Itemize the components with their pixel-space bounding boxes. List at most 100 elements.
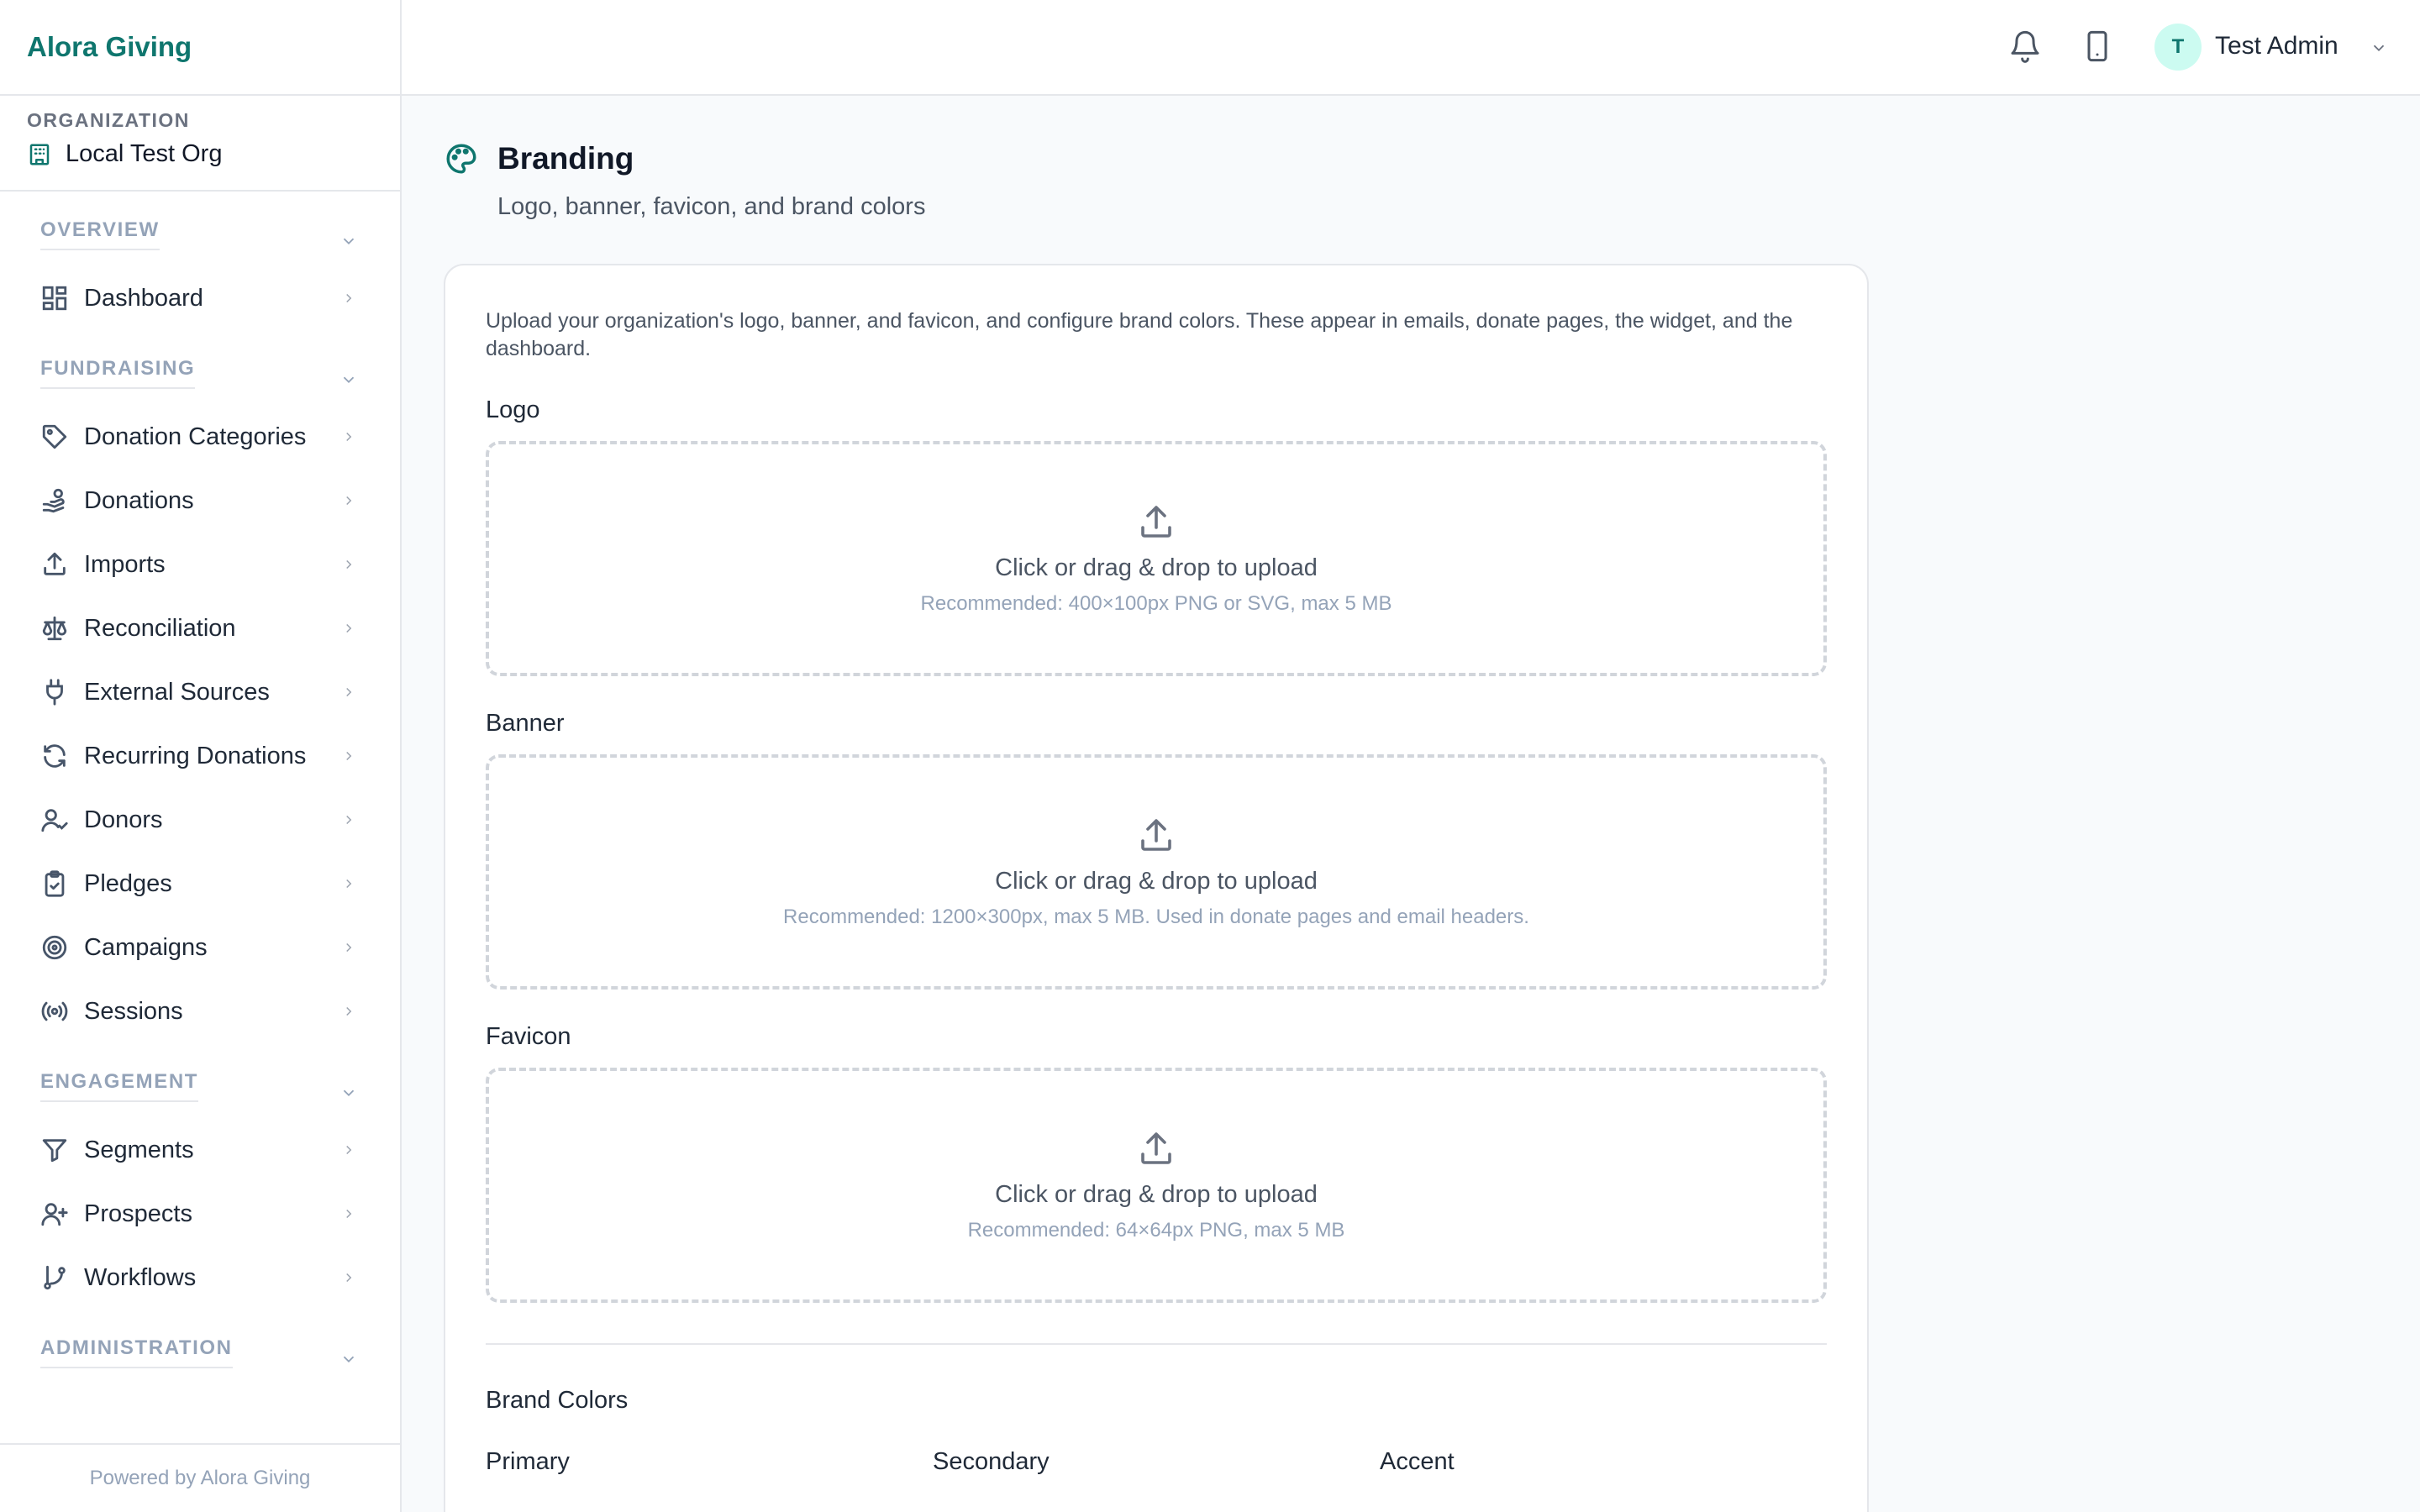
chevron-right-icon: [346, 687, 352, 697]
section-title: FUNDRAISING: [40, 357, 196, 389]
upload-icon: [1141, 505, 1171, 538]
section-overview[interactable]: OVERVIEW: [0, 192, 400, 266]
mobile-icon[interactable]: [2081, 29, 2114, 63]
chevron-down-icon: [343, 1089, 355, 1097]
sidebar-item-label: Donations: [84, 486, 194, 514]
sidebar-item-campaigns[interactable]: Campaigns: [0, 916, 400, 979]
sidebar-item-dashboard[interactable]: Dashboard: [0, 266, 400, 330]
sidebar-item-label: Donors: [84, 806, 163, 833]
organization-selector[interactable]: ORGANIZATION Local Test Org: [0, 96, 400, 192]
bell-icon[interactable]: [2008, 29, 2042, 63]
section-fundraising[interactable]: FUNDRAISING: [0, 330, 400, 405]
radio-icon: [41, 1001, 68, 1021]
favicon-dropzone[interactable]: Click or drag & drop to upload Recommend…: [486, 1068, 1827, 1303]
chevron-down-icon: [343, 376, 355, 384]
sidebar-item-reconciliation[interactable]: Reconciliation: [0, 596, 400, 660]
brand-colors-title: Brand Colors: [486, 1387, 629, 1414]
chevron-right-icon: [346, 293, 352, 303]
logo-label: Logo: [486, 396, 540, 423]
sidebar-nav: OVERVIEW Dashboard FUNDRAISING Donation …: [0, 192, 400, 1384]
sidebar-item-label: External Sources: [84, 678, 270, 706]
sidebar-item-external-sources[interactable]: External Sources: [0, 660, 400, 724]
user-plus-icon: [41, 1203, 68, 1226]
refresh-icon: [44, 744, 66, 768]
chevron-right-icon: [346, 879, 352, 889]
chevron-right-icon: [346, 432, 352, 442]
top-bar: T Test Admin: [402, 0, 2420, 96]
sidebar-footer: Powered by Alora Giving: [0, 1443, 400, 1512]
sidebar-item-sessions[interactable]: Sessions: [0, 979, 400, 1043]
sidebar-item-pledges[interactable]: Pledges: [0, 852, 400, 916]
sidebar-item-donations[interactable]: Donations: [0, 469, 400, 533]
sidebar-item-label: Donation Categories: [84, 423, 307, 450]
brand-colors-row: Primary Secondary Accent: [486, 1448, 1827, 1476]
dropzone-title: Click or drag & drop to upload: [995, 1180, 1318, 1208]
logo-dropzone[interactable]: Click or drag & drop to upload Recommend…: [486, 441, 1827, 676]
banner-dropzone[interactable]: Click or drag & drop to upload Recommend…: [486, 754, 1827, 990]
clipboard-check-icon: [45, 870, 65, 897]
sidebar-item-workflows[interactable]: Workflows: [0, 1246, 400, 1310]
user-name[interactable]: Test Admin: [2215, 32, 2338, 60]
chevron-down-icon: [343, 238, 355, 245]
sidebar-item-label: Sessions: [84, 997, 183, 1025]
chevron-right-icon: [346, 559, 352, 570]
tag-icon: [42, 424, 67, 449]
secondary-color-label: Secondary: [933, 1448, 1050, 1475]
banner-label: Banner: [486, 710, 565, 737]
section-title: OVERVIEW: [40, 218, 160, 250]
filter-icon: [42, 1139, 67, 1163]
section-title: ADMINISTRATION: [40, 1336, 233, 1368]
sidebar-item-label: Workflows: [84, 1263, 197, 1291]
sidebar-item-segments[interactable]: Segments: [0, 1118, 400, 1182]
dropzone-title: Click or drag & drop to upload: [995, 867, 1318, 895]
accent-color-label: Accent: [1380, 1448, 1455, 1475]
section-engagement[interactable]: ENGAGEMENT: [0, 1043, 400, 1118]
chevron-right-icon: [346, 751, 352, 761]
dropzone-hint: Recommended: 64×64px PNG, max 5 MB: [967, 1218, 1345, 1242]
chevron-down-icon: [343, 1356, 355, 1363]
chevron-right-icon: [346, 1145, 352, 1155]
sidebar-item-imports[interactable]: Imports: [0, 533, 400, 596]
favicon-label: Favicon: [486, 1023, 571, 1050]
target-icon: [42, 935, 67, 960]
sidebar-item-label: Reconciliation: [84, 614, 236, 642]
hand-coins-icon: [42, 488, 65, 513]
chevron-right-icon: [346, 623, 352, 633]
sidebar-item-label: Pledges: [84, 869, 172, 897]
section-title: ENGAGEMENT: [40, 1070, 199, 1102]
chevron-right-icon: [346, 496, 352, 506]
sidebar-item-donation-categories[interactable]: Donation Categories: [0, 405, 400, 469]
sidebar-item-prospects[interactable]: Prospects: [0, 1182, 400, 1246]
chevron-right-icon: [346, 1006, 352, 1016]
chevron-down-icon[interactable]: [2370, 39, 2388, 57]
dropzone-hint: Recommended: 1200×300px, max 5 MB. Used …: [783, 905, 1529, 928]
section-administration[interactable]: ADMINISTRATION: [0, 1310, 400, 1384]
sidebar-item-label: Campaigns: [84, 933, 208, 961]
plug-icon: [46, 679, 63, 706]
upload-icon: [1141, 1131, 1171, 1164]
page-subtitle: Logo, banner, favicon, and brand colors: [497, 193, 926, 220]
branding-card: Upload your organization's logo, banner,…: [444, 264, 1869, 1512]
chevron-right-icon: [346, 942, 352, 953]
chevron-right-icon: [346, 1273, 352, 1283]
sidebar-item-donors[interactable]: Donors: [0, 788, 400, 852]
page-title: Branding: [497, 141, 634, 176]
scale-icon: [42, 616, 67, 641]
palette-icon: [446, 144, 476, 174]
sidebar-item-label: Segments: [84, 1136, 194, 1163]
organization-name: Local Test Org: [66, 140, 223, 167]
organization-label: ORGANIZATION: [27, 109, 190, 131]
upload-icon: [44, 552, 66, 575]
sidebar-item-recurring-donations[interactable]: Recurring Donations: [0, 724, 400, 788]
dropzone-title: Click or drag & drop to upload: [995, 554, 1318, 581]
avatar[interactable]: T: [2154, 24, 2202, 71]
divider: [486, 1343, 1827, 1345]
sidebar: Alora Giving ORGANIZATION Local Test Org…: [0, 0, 402, 1512]
app-logo-text[interactable]: Alora Giving: [27, 31, 192, 63]
dropzone-hint: Recommended: 400×100px PNG or SVG, max 5…: [920, 591, 1392, 615]
branding-description: Upload your organization's logo, banner,…: [486, 309, 1793, 360]
building-icon: [27, 142, 52, 167]
sidebar-item-label: Imports: [84, 550, 166, 578]
git-branch-icon: [44, 1265, 66, 1290]
sidebar-item-label: Recurring Donations: [84, 742, 307, 769]
